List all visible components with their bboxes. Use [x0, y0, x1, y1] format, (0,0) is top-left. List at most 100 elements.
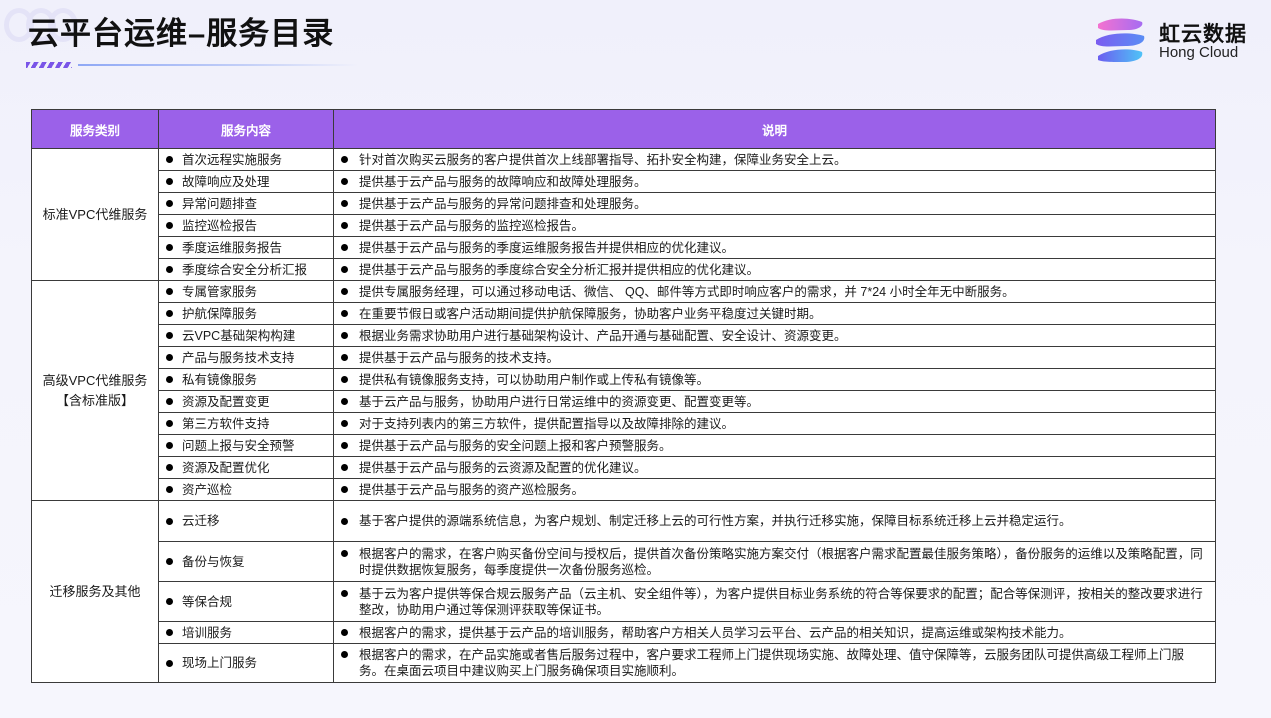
description-text: 提供基于云产品与服务的季度运维服务报告并提供相应的优化建议。: [359, 240, 735, 255]
bullet-icon: [166, 442, 173, 449]
description-text: 对于支持列表内的第三方软件，提供配置指导以及故障排除的建议。: [359, 416, 735, 431]
description-cell: 基于客户提供的源端系统信息，为客户规划、制定迁移上云的可行性方案，并执行迁移实施…: [333, 500, 1216, 542]
bullet-icon: [341, 310, 348, 317]
description-cell: 提供基于云产品与服务的资产巡检服务。: [333, 478, 1216, 501]
service-label: 资源及配置优化: [182, 460, 270, 475]
service-label: 第三方软件支持: [182, 416, 270, 431]
hong-cloud-logo-icon: [1096, 18, 1145, 62]
service-label: 现场上门服务: [182, 656, 258, 670]
description-cell: 提供基于云产品与服务的监控巡检报告。: [333, 214, 1216, 237]
description-cell: 根据客户的需求，提供基于云产品的培训服务，帮助客户方相关人员学习云平台、云产品的…: [333, 621, 1216, 644]
bullet-icon: [166, 332, 173, 339]
bullet-icon: [341, 420, 348, 427]
category-cell: 迁移服务及其他: [31, 500, 159, 683]
bullet-icon: [341, 178, 348, 185]
category-cell: 标准VPC代维服务: [31, 148, 159, 281]
service-label: 问题上报与安全预警: [182, 438, 295, 453]
bullet-icon: [166, 266, 173, 273]
bullet-icon: [166, 486, 173, 493]
table-row: 等保合规 基于云为客户提供等保合规云服务产品（云主机、安全组件等），为客户提供目…: [32, 581, 1216, 622]
table-row: 标准VPC代维服务 首次远程实施服务 针对首次购买云服务的客户提供首次上线部署指…: [31, 148, 1216, 281]
description-cell: 提供基于云产品与服务的季度运维服务报告并提供相应的优化建议。: [333, 236, 1216, 259]
bullet-icon: [341, 464, 348, 471]
bullet-icon: [341, 288, 348, 295]
table-row: 私有镜像服务 提供私有镜像服务支持，可以协助用户制作或上传私有镜像等。: [32, 368, 1216, 391]
description-text: 提供专属服务经理，可以通过移动电话、微信、 QQ、邮件等方式即时响应客户的需求，…: [359, 284, 1015, 299]
category-note: 【含标准版】: [55, 392, 134, 408]
description-text: 提供基于云产品与服务的故障响应和故障处理服务。: [359, 174, 647, 189]
table-row: 现场上门服务 根据客户的需求，在产品实施或者售后服务过程中，客户要求工程师上门提…: [32, 643, 1216, 683]
table-row: 资源及配置变更 基于云产品与服务，协助用户进行日常运维中的资源变更、配置变更等。: [32, 390, 1216, 413]
service-cell: 备份与恢复: [158, 541, 334, 582]
service-cell: 首次远程实施服务: [158, 148, 334, 171]
bullet-icon: [341, 442, 348, 449]
bullet-icon: [166, 200, 173, 207]
service-cell: 云迁移: [158, 500, 334, 542]
service-label: 季度运维服务报告: [182, 240, 283, 255]
bullet-icon: [341, 244, 348, 251]
service-cell: 季度综合安全分析汇报: [158, 258, 334, 281]
bullet-icon: [341, 156, 348, 163]
description-cell: 在重要节假日或客户活动期间提供护航保障服务，协助客户业务平稳度过关键时期。: [333, 302, 1216, 325]
service-label: 护航保障服务: [182, 306, 258, 321]
bullet-icon: [166, 222, 173, 229]
bullet-icon: [166, 156, 173, 163]
service-label: 资产巡检: [182, 482, 233, 497]
bullet-icon: [341, 200, 348, 207]
description-text: 针对首次购买云服务的客户提供首次上线部署指导、拓扑安全构建，保障业务安全上云。: [359, 152, 847, 167]
bullet-icon: [166, 558, 173, 565]
service-label: 等保合规: [182, 594, 233, 609]
service-label: 故障响应及处理: [182, 174, 270, 189]
description-text: 基于云产品与服务，协助用户进行日常运维中的资源变更、配置变更等。: [359, 394, 760, 409]
service-label: 异常问题排查: [182, 196, 258, 211]
service-cell: 现场上门服务: [158, 643, 334, 683]
bullet-icon: [341, 549, 348, 557]
description-text: 提供私有镜像服务支持，可以协助用户制作或上传私有镜像等。: [359, 372, 710, 387]
description-text: 在重要节假日或客户活动期间提供护航保障服务，协助客户业务平稳度过关键时期。: [359, 306, 822, 321]
description-cell: 针对首次购买云服务的客户提供首次上线部署指导、拓扑安全构建，保障业务安全上云。: [333, 148, 1216, 171]
bullet-icon: [166, 420, 173, 427]
column-header-service: 服务内容: [158, 109, 334, 149]
table-row: 季度运维服务报告 提供基于云产品与服务的季度运维服务报告并提供相应的优化建议。: [32, 236, 1216, 259]
bullet-icon: [166, 244, 173, 251]
table-row: 问题上报与安全预警 提供基于云产品与服务的安全问题上报和客户预警服务。: [32, 434, 1216, 457]
service-cell: 季度运维服务报告: [158, 236, 334, 259]
description-text: 根据客户的需求，在客户购买备份空间与授权后，提供首次备份策略实施方案交付（根据客…: [359, 546, 1203, 577]
service-label: 云VPC基础架构构建: [182, 328, 296, 343]
bullet-icon: [166, 398, 173, 405]
bullet-icon: [166, 310, 173, 317]
brand-logo: 虹云数据 Hong Cloud: [1092, 14, 1254, 66]
bullet-icon: [341, 398, 348, 405]
description-cell: 提供基于云产品与服务的故障响应和故障处理服务。: [333, 170, 1216, 193]
description-text: 提供基于云产品与服务的季度综合安全分析汇报并提供相应的优化建议。: [359, 262, 760, 277]
description-text: 根据客户的需求，提供基于云产品的培训服务，帮助客户方相关人员学习云平台、云产品的…: [359, 625, 1072, 640]
description-cell: 提供私有镜像服务支持，可以协助用户制作或上传私有镜像等。: [333, 368, 1216, 391]
description-cell: 基于云产品与服务，协助用户进行日常运维中的资源变更、配置变更等。: [333, 390, 1216, 413]
table-row: 云VPC基础架构构建 根据业务需求协助用户进行基础架构设计、产品开通与基础配置、…: [32, 324, 1216, 347]
service-label: 备份与恢复: [182, 554, 245, 569]
bullet-icon: [341, 332, 348, 339]
table-row: 高级VPC代维服务 【含标准版】 专属管家服务 提供专属服务经理，可以通过移动电…: [31, 280, 1216, 501]
service-cell: 护航保障服务: [158, 302, 334, 325]
description-cell: 根据业务需求协助用户进行基础架构设计、产品开通与基础配置、安全设计、资源变更。: [333, 324, 1216, 347]
description-text: 提供基于云产品与服务的异常问题排查和处理服务。: [359, 196, 647, 211]
service-cell: 问题上报与安全预警: [158, 434, 334, 457]
service-cell: 产品与服务技术支持: [158, 346, 334, 369]
bullet-icon: [341, 517, 348, 525]
description-text: 根据业务需求协助用户进行基础架构设计、产品开通与基础配置、安全设计、资源变更。: [359, 328, 847, 343]
service-cell: 私有镜像服务: [158, 368, 334, 391]
bullet-icon: [341, 486, 348, 493]
service-label: 监控巡检报告: [182, 218, 258, 233]
column-header-category: 服务类别: [31, 109, 159, 149]
description-cell: 对于支持列表内的第三方软件，提供配置指导以及故障排除的建议。: [333, 412, 1216, 435]
category-label: 标准VPC代维服务: [42, 206, 148, 222]
description-text: 提供基于云产品与服务的监控巡检报告。: [359, 218, 585, 233]
bullet-icon: [166, 354, 173, 361]
service-cell: 故障响应及处理: [158, 170, 334, 193]
service-catalog-table: 服务类别 服务内容 说明 标准VPC代维服务 首次远程实施服务 针对首次购买云服…: [31, 109, 1216, 683]
category-label: 迁移服务及其他: [49, 583, 141, 599]
table-row: 监控巡检报告 提供基于云产品与服务的监控巡检报告。: [32, 214, 1216, 237]
service-label: 季度综合安全分析汇报: [182, 262, 308, 277]
table-row: 异常问题排查 提供基于云产品与服务的异常问题排查和处理服务。: [32, 192, 1216, 215]
bullet-icon: [166, 629, 173, 636]
